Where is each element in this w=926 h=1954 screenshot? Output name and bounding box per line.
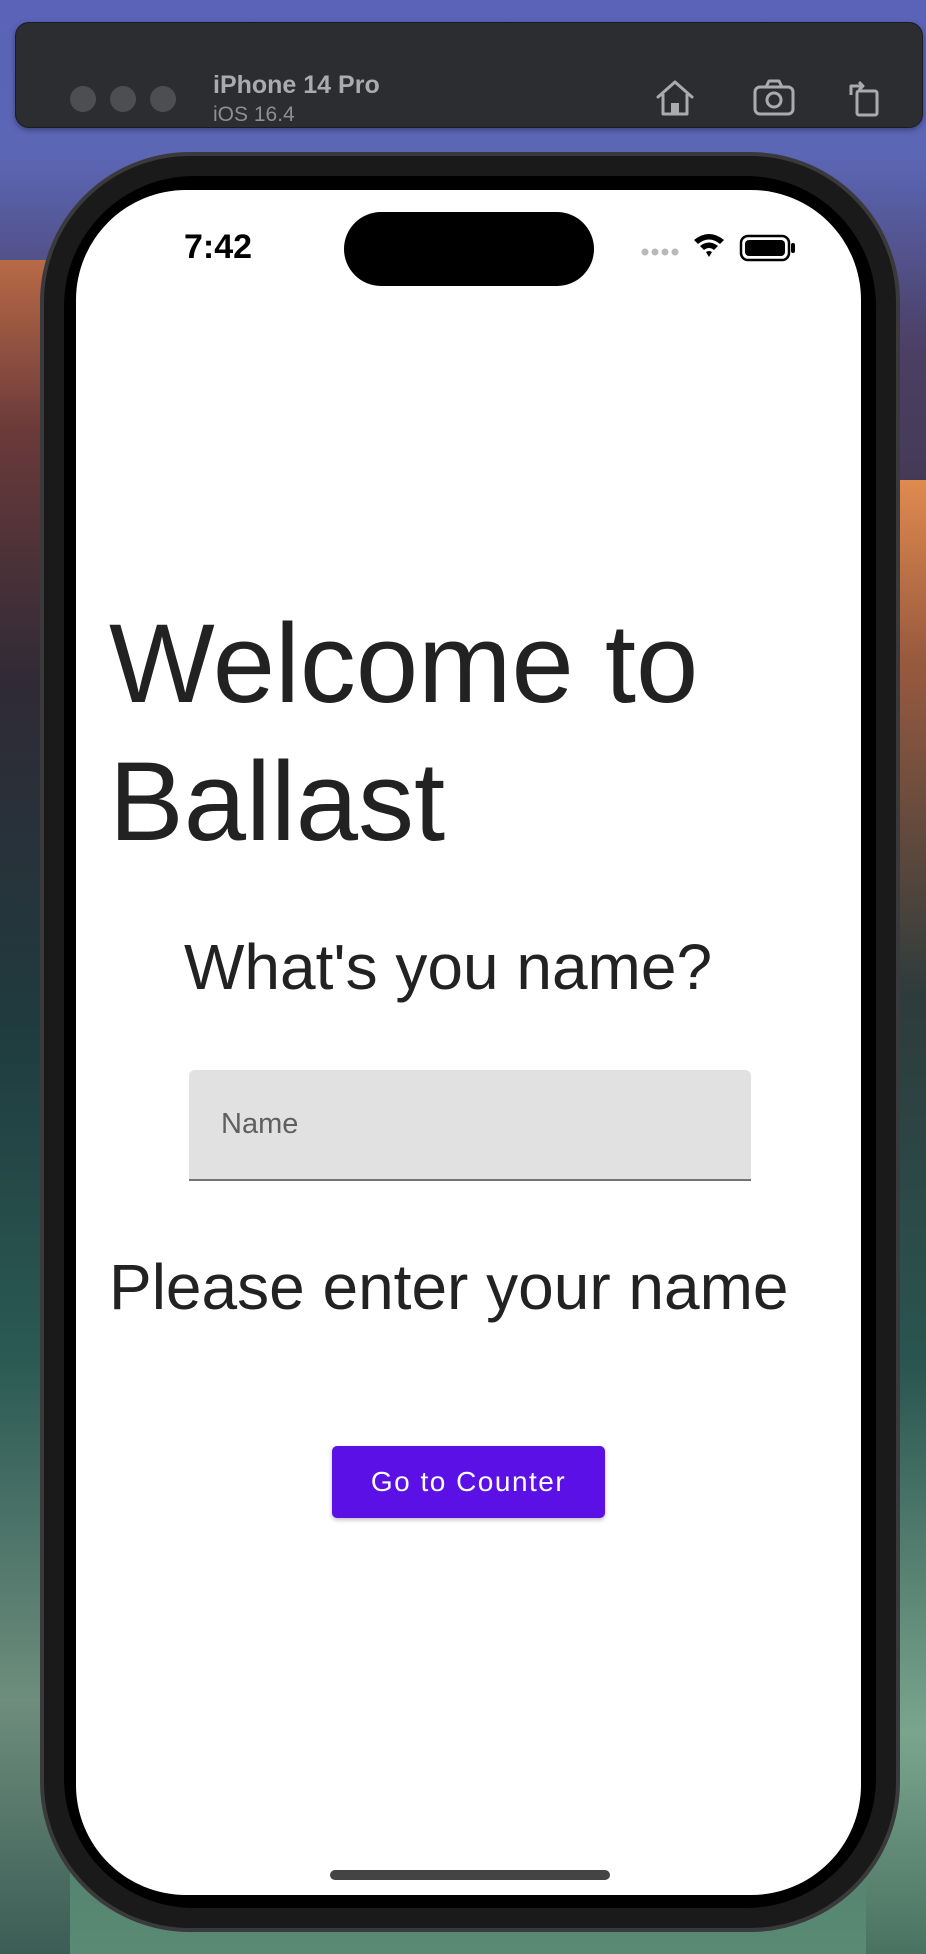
simulator-toolbar: iPhone 14 Pro iOS 16.4 [15,22,923,128]
status-icons [641,234,795,262]
rotate-icon[interactable] [843,75,889,121]
close-window-button[interactable] [70,86,96,112]
home-icon[interactable] [652,75,698,121]
name-input[interactable] [189,1070,751,1179]
minimize-window-button[interactable] [110,86,136,112]
zoom-window-button[interactable] [150,86,176,112]
battery-icon [739,234,795,262]
go-to-counter-button[interactable]: Go to Counter [332,1446,605,1518]
name-question: What's you name? [184,931,713,1003]
name-field[interactable] [189,1070,751,1181]
status-time: 7:42 [184,228,253,266]
device-os-version: iOS 16.4 [213,103,295,126]
validation-message: Please enter your name [109,1251,789,1323]
screenshot-icon[interactable] [751,75,797,121]
cellular-signal-icon [641,248,679,256]
app-screen: 7:42 Welcome to Ballast What's you name?… [76,190,861,1895]
wifi-icon [694,234,724,257]
home-indicator[interactable] [330,1870,610,1880]
device-name: iPhone 14 Pro [213,71,380,99]
dynamic-island [344,212,594,286]
welcome-title: Welcome to Ballast [109,601,699,864]
